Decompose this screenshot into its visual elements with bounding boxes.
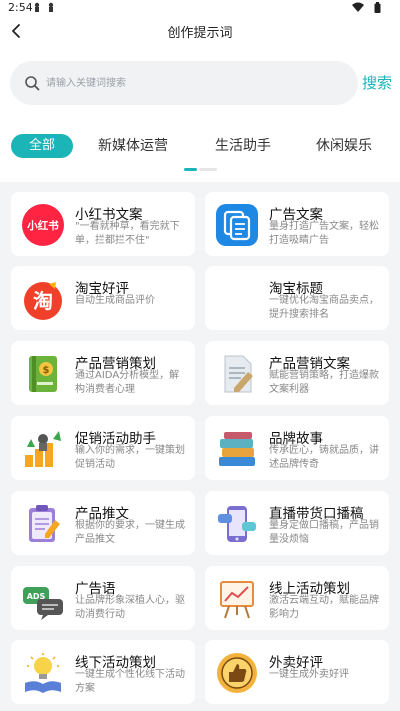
notification-icon [34,2,40,12]
card-description: 量身打造广告文案，轻松打造吸睛广告 [269,221,379,246]
money-notebook-icon: $ [29,356,57,392]
card-description: "一看就种草，看完就下单，拦都拦不住" [75,221,180,246]
card-description: 输入你的需求，一键策划促销活动 [75,445,185,470]
card-taobao-title[interactable]: 淘宝标题 一键优化淘宝商品卖点，提升搜索排名 [205,266,389,330]
card-description: 一键生成外卖好评 [269,669,349,680]
card-description: 量身定做口播稿，产品销量没烦恼 [269,520,379,545]
card-marketing-plan[interactable]: $ 产品营销策划 通过AIDA分析模型，解构消费者心理 [11,341,195,405]
card-marketing-copy[interactable]: 产品营销文案 赋能营销策略，打造爆款文案利器 [205,341,389,405]
tab-life-assistant[interactable]: 生活助手 [215,134,271,158]
presentation-board-icon [220,581,254,619]
svg-text:小红书: 小红书 [26,219,59,232]
card-takeout-review[interactable]: 外卖好评 一键生成外卖好评 [205,640,389,704]
notification-icon [48,2,54,12]
battery-icon [374,2,381,13]
search-box[interactable] [10,61,358,105]
card-description: 一键生成个性化线下活动方案 [75,669,185,694]
card-livestream-script[interactable]: 直播带货口播稿 量身定做口播稿，产品销量没烦恼 [205,491,389,555]
card-slogan[interactable]: ADS 广告语 让品牌形象深植人心，驱动消费行动 [11,566,195,630]
scroll-indicator-track [199,168,217,171]
ads-chat-bubble-icon: ADS [23,587,63,620]
search-icon [25,76,40,91]
growth-chart-icon [25,431,61,467]
app-header: 创作提示词 [0,16,400,46]
books-stack-icon [219,432,255,466]
card-offline-event[interactable]: 线下活动策划 一键生成个性化线下活动方案 [11,640,195,704]
tab-all[interactable]: 全部 [11,134,73,158]
card-xiaohongshu[interactable]: 小红书 小红书文案 "一看就种草，看完就下单，拦都拦不住" [11,192,195,256]
status-bar: 2:54 [0,0,400,16]
tab-new-media[interactable]: 新媒体运营 [98,134,168,158]
card-description: 传承匠心，铸就品质，讲述品牌传奇 [269,445,379,470]
card-description: 赋能营销策略，打造爆款文案利器 [269,370,379,395]
document-pen-icon [224,355,253,393]
category-tabs: 全部 新媒体运营 生活助手 休闲娱乐 [0,118,400,182]
wifi-icon [352,2,364,12]
card-description: 激活云端互动，赋能品牌影响力 [269,595,379,620]
card-description: 通过AIDA分析模型，解构消费者心理 [75,370,180,395]
card-product-tweet[interactable]: 产品推文 根据你的要求，一键生成产品推文 [11,491,195,555]
card-description: 一键优化淘宝商品卖点，提升搜索排名 [269,295,379,320]
lightbulb-book-icon [25,653,61,693]
taobao-logo-icon: 淘 [24,282,62,320]
card-description: 让品牌形象深植人心，驱动消费行动 [75,595,185,620]
card-description: 自动生成商品评价 [75,295,155,306]
card-promotion-assistant[interactable]: 促销活动助手 输入你的需求，一键策划促销活动 [11,416,195,480]
thumbs-up-badge-icon [217,653,257,693]
copy-document-icon [216,204,258,246]
search-button[interactable]: 搜索 [362,72,392,93]
xiaohongshu-logo-icon: 小红书 [22,204,64,246]
svg-text:淘: 淘 [33,289,53,313]
search-section: 搜索 [0,46,400,118]
tab-leisure[interactable]: 休闲娱乐 [316,134,372,158]
scroll-indicator-active [184,168,197,171]
card-brand-story[interactable]: 品牌故事 传承匠心，铸就品质，讲述品牌传奇 [205,416,389,480]
phone-chat-icon [218,506,256,542]
card-ad-copy[interactable]: 广告文案 量身打造广告文案，轻松打造吸睛广告 [205,192,389,256]
card-description: 根据你的要求，一键生成产品推文 [75,520,185,545]
svg-text:$: $ [43,365,50,376]
clipboard-pen-icon [29,505,60,542]
search-input[interactable] [46,73,346,93]
card-taobao-review[interactable]: 淘 淘宝好评 自动生成商品评价 [11,266,195,330]
page-title: 创作提示词 [167,26,233,41]
card-online-event[interactable]: 线上活动策划 激活云端互动，赋能品牌影响力 [205,566,389,630]
status-time: 2:54 [8,1,33,14]
